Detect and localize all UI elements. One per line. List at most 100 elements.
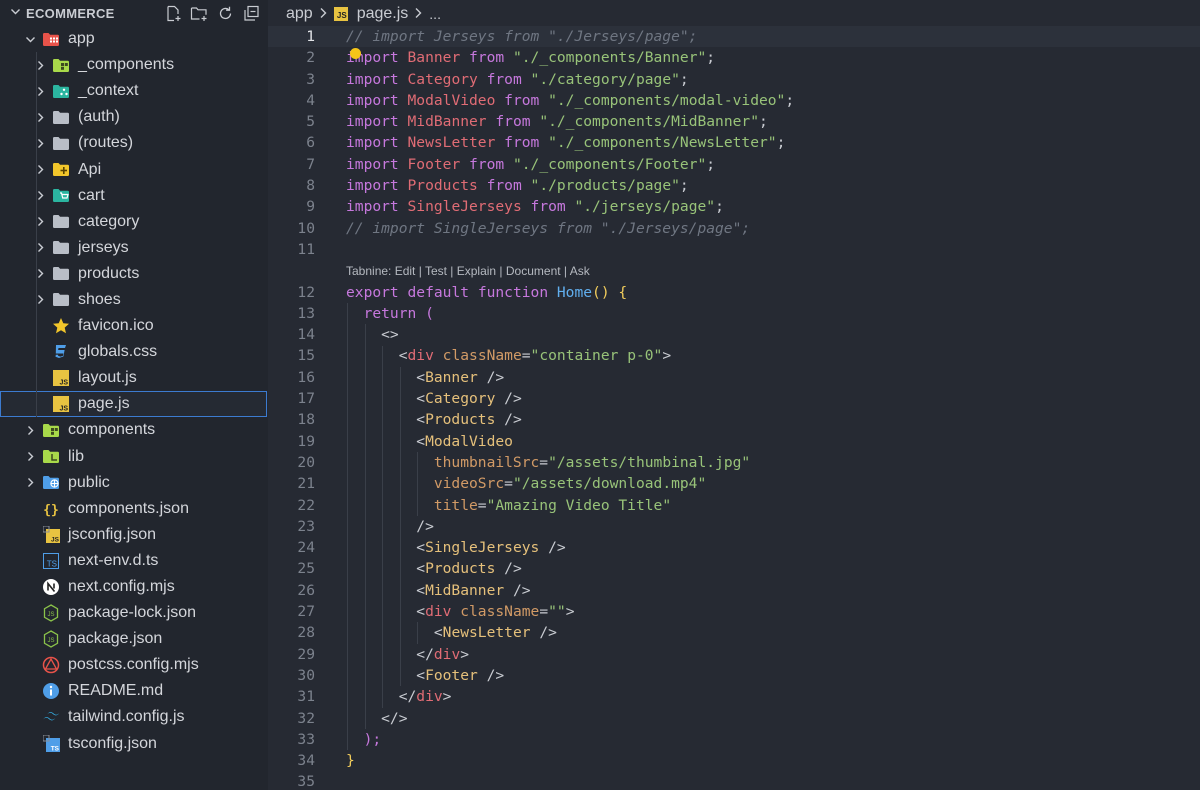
tree-folder[interactable]: components bbox=[0, 417, 268, 443]
tree-folder[interactable]: _components bbox=[0, 52, 268, 78]
code-token: NewsLetter bbox=[442, 624, 531, 642]
line-number: 9 bbox=[306, 198, 315, 216]
tree-file[interactable]: {} components.json bbox=[0, 496, 268, 522]
tree-folder[interactable]: Api bbox=[0, 156, 268, 182]
breadcrumb-more[interactable]: ... bbox=[429, 6, 441, 22]
code-area[interactable]: 1 // import Jerseys from "./Jerseys/page"… bbox=[268, 26, 1200, 790]
code-token: "container p-0" bbox=[530, 347, 663, 365]
code-line[interactable]: 22 title="Amazing Video Title" bbox=[268, 495, 1200, 516]
tree-file[interactable]: JS layout.js bbox=[0, 365, 268, 391]
tree-folder[interactable]: public bbox=[0, 470, 268, 496]
breadcrumb-file[interactable]: page.js bbox=[357, 5, 409, 23]
code-line[interactable]: 5 import MidBanner from "./_components/Mi… bbox=[268, 111, 1200, 132]
code-token: /> bbox=[539, 539, 566, 557]
tree-folder[interactable]: app bbox=[0, 26, 268, 52]
code-editor[interactable]: app JS page.js ... 1 // import Jerseys fr… bbox=[268, 0, 1200, 790]
tree-folder[interactable]: jerseys bbox=[0, 235, 268, 261]
code-line[interactable]: 34} bbox=[268, 750, 1200, 771]
code-line[interactable]: 1 // import Jerseys from "./Jerseys/page"… bbox=[268, 26, 1200, 48]
tree-file[interactable]: JS package.json bbox=[0, 626, 268, 652]
code-line[interactable]: 10 // import SingleJerseys from "./Jersey… bbox=[268, 218, 1200, 239]
code-line[interactable]: 7 import Footer from "./_components/Foote… bbox=[268, 154, 1200, 175]
tree-folder[interactable]: (routes) bbox=[0, 130, 268, 156]
code-token: < bbox=[346, 390, 426, 408]
code-line[interactable]: 24 <SingleJerseys /> bbox=[268, 537, 1200, 558]
tree-folder[interactable]: category bbox=[0, 209, 268, 235]
tree-folder[interactable]: _context bbox=[0, 78, 268, 104]
tree-folder[interactable]: products bbox=[0, 261, 268, 287]
tree-folder[interactable]: shoes bbox=[0, 287, 268, 313]
tree-file[interactable]: favicon.ico bbox=[0, 313, 268, 339]
code-line[interactable]: 11 bbox=[268, 239, 1200, 260]
code-token: thumbnailSrc bbox=[346, 453, 540, 471]
folder-context-icon bbox=[52, 82, 70, 100]
code-line[interactable]: 29 </div> bbox=[268, 644, 1200, 665]
code-line[interactable]: 13 return ( bbox=[268, 303, 1200, 324]
code-line[interactable]: 26 <MidBanner /> bbox=[268, 580, 1200, 601]
code-token: > bbox=[460, 645, 470, 663]
folder-icon bbox=[52, 213, 70, 231]
js-icon: JS bbox=[52, 369, 70, 387]
code-line[interactable]: 19 <ModalVideo bbox=[268, 431, 1200, 452]
code-line[interactable]: 35 bbox=[268, 771, 1200, 790]
tree-file[interactable]: JS package-lock.json bbox=[0, 600, 268, 626]
tree-folder[interactable]: cart bbox=[0, 183, 268, 209]
code-line[interactable]: 20 thumbnailSrc="/assets/thumbinal.jpg" bbox=[268, 452, 1200, 473]
tree-file[interactable]: JS page.js bbox=[0, 391, 267, 418]
json-icon: {} bbox=[42, 500, 60, 518]
code-line[interactable]: 2 import Banner from "./_components/Banne… bbox=[268, 47, 1200, 68]
tree-item-label: next-env.d.ts bbox=[68, 551, 159, 569]
code-line[interactable]: 21 videoSrc="/assets/download.mp4" bbox=[268, 473, 1200, 494]
tree-file[interactable]: TS next-env.d.ts bbox=[0, 548, 268, 574]
lightbulb-icon[interactable] bbox=[350, 48, 361, 59]
line-text: import Footer from "./_components/Footer… bbox=[346, 154, 715, 175]
code-line[interactable]: 18 <Products /> bbox=[268, 409, 1200, 430]
breadcrumb-folder[interactable]: app bbox=[286, 5, 313, 23]
refresh-icon[interactable] bbox=[216, 4, 234, 22]
code-line[interactable]: 12 export default function Home() { bbox=[268, 282, 1200, 303]
code-line[interactable]: 4 import ModalVideo from "./_components/m… bbox=[268, 90, 1200, 111]
tree-item-label: public bbox=[68, 473, 110, 491]
code-line[interactable]: 6 import NewsLetter from "./_components/N… bbox=[268, 132, 1200, 153]
code-line[interactable]: 30 <Footer /> bbox=[268, 665, 1200, 686]
collapse-all-icon[interactable] bbox=[242, 4, 260, 22]
tree-file[interactable]: tailwind.config.js bbox=[0, 704, 268, 730]
code-line[interactable]: 23 /> bbox=[268, 516, 1200, 537]
tree-file[interactable]: postcss.config.mjs bbox=[0, 652, 268, 678]
tree-file[interactable]: TS tsconfig.json bbox=[0, 731, 268, 757]
code-line[interactable]: 14 <> bbox=[268, 324, 1200, 345]
tree-file[interactable]: globals.css bbox=[0, 339, 268, 365]
svg-text:JS: JS bbox=[59, 380, 68, 387]
code-line[interactable]: 8 import Products from "./products/page"; bbox=[268, 175, 1200, 196]
line-text: <Products /> bbox=[346, 558, 521, 579]
code-line[interactable]: 17 <Category /> bbox=[268, 388, 1200, 409]
codelens-text[interactable]: Tabnine: Edit | Test | Explain | Documen… bbox=[346, 264, 590, 278]
code-line[interactable]: 32 </> bbox=[268, 708, 1200, 729]
code-line[interactable]: 28 <NewsLetter /> bbox=[268, 622, 1200, 643]
code-line[interactable]: 3 import Category from "./category/page"; bbox=[268, 69, 1200, 90]
code-token: import bbox=[346, 177, 408, 195]
code-line[interactable]: 31 </div> bbox=[268, 686, 1200, 707]
tree-item-label: page.js bbox=[78, 395, 130, 413]
tree-folder[interactable]: (auth) bbox=[0, 104, 268, 130]
explorer-sidebar: ECOMMERCE app _components _context (auth) (r… bbox=[0, 0, 268, 790]
code-line[interactable]: 25 <Products /> bbox=[268, 558, 1200, 579]
code-line[interactable]: 15 <div className="container p-0"> bbox=[268, 345, 1200, 366]
tree-file[interactable]: JS jsconfig.json bbox=[0, 522, 268, 548]
code-token: = bbox=[521, 347, 531, 365]
code-token: ; bbox=[679, 70, 689, 88]
code-token: < bbox=[346, 581, 426, 599]
code-line[interactable]: 33 ); bbox=[268, 729, 1200, 750]
tree-file[interactable]: next.config.mjs bbox=[0, 574, 268, 600]
indent-guide bbox=[364, 324, 366, 729]
svg-text:TS: TS bbox=[50, 746, 59, 753]
code-line[interactable]: 16 <Banner /> bbox=[268, 367, 1200, 388]
code-line[interactable]: 9 import SingleJerseys from "./jerseys/pa… bbox=[268, 196, 1200, 217]
tree-item-label: package.json bbox=[68, 630, 163, 648]
new-folder-icon[interactable] bbox=[190, 4, 208, 22]
tree-folder[interactable]: lib bbox=[0, 444, 268, 470]
code-token: } bbox=[346, 752, 355, 770]
code-line[interactable]: 27 <div className=""> bbox=[268, 601, 1200, 622]
new-file-icon[interactable] bbox=[164, 4, 182, 22]
tree-file[interactable]: README.md bbox=[0, 678, 268, 704]
